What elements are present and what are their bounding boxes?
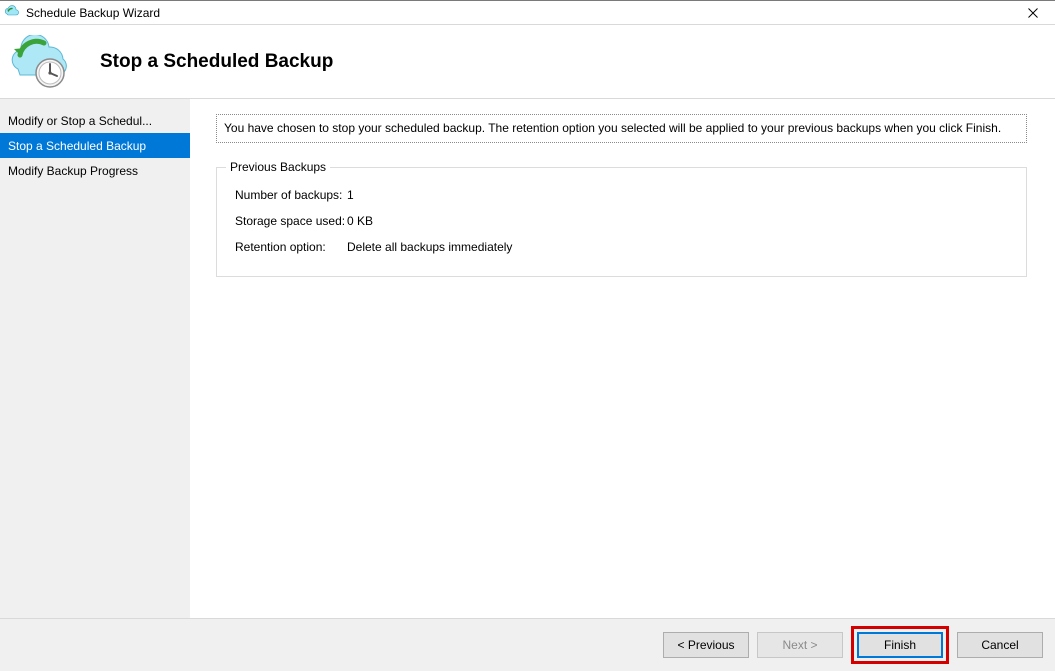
step-modify-backup-progress[interactable]: Modify Backup Progress	[0, 158, 190, 183]
wizard-window: Schedule Backup Wizard Stop a Scheduled …	[0, 0, 1055, 671]
value-storage-space: 0 KB	[347, 214, 373, 228]
titlebar: Schedule Backup Wizard	[0, 1, 1055, 25]
window-title: Schedule Backup Wizard	[26, 6, 1010, 20]
row-storage-space: Storage space used: 0 KB	[235, 214, 1008, 228]
next-button: Next >	[757, 632, 843, 658]
steps-sidebar: Modify or Stop a Schedul... Stop a Sched…	[0, 99, 190, 618]
info-text: You have chosen to stop your scheduled b…	[216, 114, 1027, 143]
value-number-of-backups: 1	[347, 188, 354, 202]
close-button[interactable]	[1010, 1, 1055, 25]
label-number-of-backups: Number of backups:	[235, 188, 347, 202]
page-title: Stop a Scheduled Backup	[100, 51, 333, 73]
app-icon	[4, 5, 20, 21]
finish-highlight: Finish	[851, 626, 949, 664]
previous-button[interactable]: < Previous	[663, 632, 749, 658]
row-number-of-backups: Number of backups: 1	[235, 188, 1008, 202]
wizard-footer: < Previous Next > Finish Cancel	[0, 618, 1055, 671]
finish-button[interactable]: Finish	[857, 632, 943, 658]
step-modify-or-stop[interactable]: Modify or Stop a Schedul...	[0, 108, 190, 133]
main-panel: You have chosen to stop your scheduled b…	[190, 99, 1055, 618]
wizard-icon	[6, 35, 70, 89]
step-stop-scheduled-backup[interactable]: Stop a Scheduled Backup	[0, 133, 190, 158]
label-retention-option: Retention option:	[235, 240, 347, 254]
value-retention-option: Delete all backups immediately	[347, 240, 512, 254]
previous-backups-legend: Previous Backups	[226, 160, 330, 174]
wizard-body: Modify or Stop a Schedul... Stop a Sched…	[0, 99, 1055, 618]
previous-backups-group: Previous Backups Number of backups: 1 St…	[216, 167, 1027, 277]
label-storage-space: Storage space used:	[235, 214, 347, 228]
wizard-header: Stop a Scheduled Backup	[0, 25, 1055, 99]
cancel-button[interactable]: Cancel	[957, 632, 1043, 658]
row-retention-option: Retention option: Delete all backups imm…	[235, 240, 1008, 254]
